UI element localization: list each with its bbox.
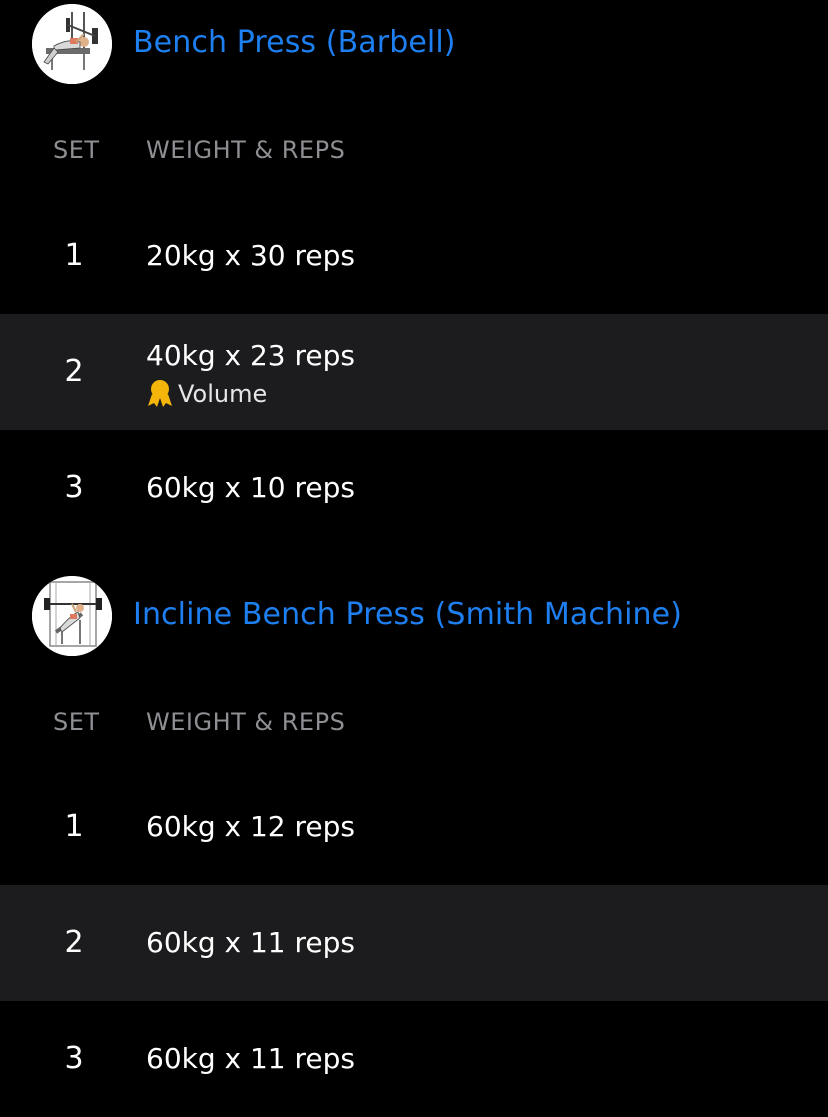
set-number: 3 bbox=[64, 1041, 84, 1076]
set-weight-reps: 20kg x 30 reps bbox=[146, 239, 356, 272]
set-number: 2 bbox=[64, 354, 84, 389]
set-weight-reps: 60kg x 10 reps bbox=[146, 471, 356, 504]
bench-press-illustration-icon bbox=[32, 4, 112, 84]
set-weight-reps: 60kg x 11 reps bbox=[146, 1042, 356, 1075]
personal-record-badge: Volume bbox=[146, 378, 267, 410]
set-weight-reps: 60kg x 12 reps bbox=[146, 810, 356, 843]
set-number: 2 bbox=[64, 925, 84, 960]
set-row: 1 20kg x 30 reps bbox=[0, 198, 828, 314]
set-column-header: SET bbox=[53, 136, 100, 164]
set-row: 3 60kg x 11 reps bbox=[0, 1001, 828, 1117]
exercise-header[interactable]: Incline Bench Press (Smith Machine) bbox=[0, 572, 828, 662]
set-row: 2 40kg x 23 reps Volume bbox=[0, 314, 828, 430]
set-weight-reps: 40kg x 23 reps bbox=[146, 339, 356, 372]
exercise-card: Bench Press (Barbell) SET WEIGHT & REPS … bbox=[0, 0, 828, 546]
weight-reps-column-header: WEIGHT & REPS bbox=[146, 136, 346, 164]
record-label: Volume bbox=[178, 380, 268, 408]
set-column-header: SET bbox=[53, 708, 100, 736]
set-number: 3 bbox=[64, 470, 84, 505]
exercise-title[interactable]: Incline Bench Press (Smith Machine) bbox=[133, 590, 682, 640]
exercise-card: Incline Bench Press (Smith Machine) SET … bbox=[0, 572, 828, 1111]
medal-icon bbox=[146, 378, 174, 408]
set-weight-reps: 60kg x 11 reps bbox=[146, 926, 356, 959]
set-number: 1 bbox=[64, 238, 84, 273]
set-row: 3 60kg x 10 reps bbox=[0, 430, 828, 546]
set-number: 1 bbox=[64, 809, 84, 844]
exercise-header[interactable]: Bench Press (Barbell) bbox=[0, 0, 828, 90]
weight-reps-column-header: WEIGHT & REPS bbox=[146, 708, 346, 736]
set-row: 2 60kg x 11 reps bbox=[0, 885, 828, 1001]
exercise-thumbnail[interactable] bbox=[32, 4, 112, 84]
smith-machine-incline-illustration-icon bbox=[32, 576, 112, 656]
exercise-thumbnail[interactable] bbox=[32, 576, 112, 656]
exercise-title[interactable]: Bench Press (Barbell) bbox=[133, 18, 456, 68]
set-row: 1 60kg x 12 reps bbox=[0, 769, 828, 885]
